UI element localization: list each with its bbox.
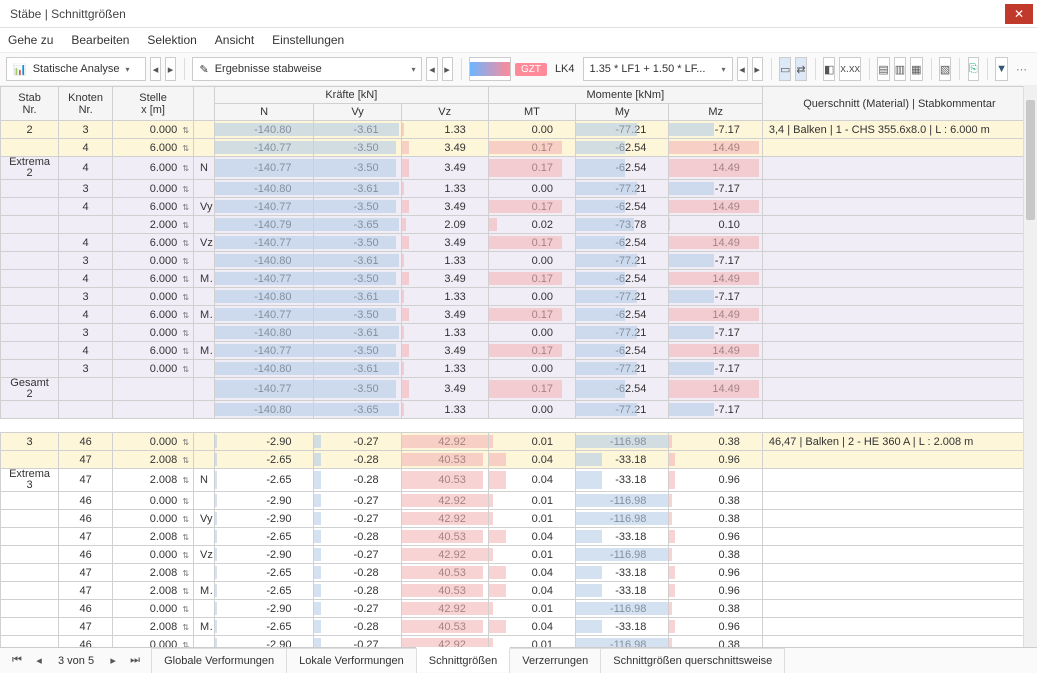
menu-gehe-zu[interactable]: Gehe zu: [8, 33, 53, 47]
page-label: 3 von 5: [52, 655, 100, 667]
pager: ⏮ ◂ 3 von 5 ▸ ⏭: [0, 652, 152, 670]
table-row[interactable]: 3460.000 ⇅-2.90-0.2742.920.01-116.980.38…: [1, 433, 1037, 451]
table-row[interactable]: 472.008 ⇅-2.65-0.2840.530.04-33.180.96: [1, 528, 1037, 546]
chevron-down-icon: ▾: [411, 65, 415, 74]
footer: ⏮ ◂ 3 von 5 ▸ ⏭ Globale VerformungenLoka…: [0, 647, 1037, 673]
menu-bar: Gehe zu Bearbeiten Selektion Ansicht Ein…: [0, 28, 1037, 52]
prev-page-button[interactable]: ◂: [30, 652, 48, 670]
table-row[interactable]: 460.000 ⇅-2.90-0.2742.920.01-116.980.38: [1, 492, 1037, 510]
tab-lokale-verformungen[interactable]: Lokale Verformungen: [286, 648, 417, 673]
first-page-button[interactable]: ⏮: [8, 652, 26, 670]
next-lc-button[interactable]: ▸: [752, 57, 763, 81]
table-row[interactable]: 472.008 ⇅-2.65-0.2840.530.04-33.180.96: [1, 451, 1037, 469]
table-row[interactable]: 46.000 ⇅My-140.77-3.503.490.17-62.5414.4…: [1, 306, 1037, 324]
tab-schnittgrößen[interactable]: Schnittgrößen: [416, 647, 510, 672]
table-row[interactable]: Extrema3472.008 ⇅N-2.65-0.2840.530.04-33…: [1, 469, 1037, 492]
menu-selektion[interactable]: Selektion: [147, 33, 196, 47]
table-row[interactable]: 460.000 ⇅Vz-2.90-0.2742.920.01-116.980.3…: [1, 546, 1037, 564]
tool-a-icon[interactable]: ◧: [823, 57, 835, 81]
export-icon[interactable]: ⎘: [968, 57, 979, 81]
table-row[interactable]: 30.000 ⇅-140.80-3.611.330.00-77.21-7.17: [1, 288, 1037, 306]
table-row[interactable]: 46.000 ⇅Mz-140.77-3.503.490.17-62.5414.4…: [1, 342, 1037, 360]
table-row[interactable]: 2.000 ⇅-140.79-3.652.090.02-73.780.10: [1, 216, 1037, 234]
table-row[interactable]: 46.000 ⇅-140.77-3.503.490.17-62.5414.49: [1, 139, 1037, 157]
table-row[interactable]: 472.008 ⇅MT-2.65-0.2840.530.04-33.180.96: [1, 582, 1037, 600]
table-row[interactable]: Extrema246.000 ⇅N-140.77-3.503.490.17-62…: [1, 157, 1037, 180]
menu-einstellungen[interactable]: Einstellungen: [272, 33, 344, 47]
results-combo[interactable]: ✎ Ergebnisse stabweise ▾: [192, 57, 422, 81]
link-icon[interactable]: ⇄: [795, 57, 806, 81]
table-row[interactable]: 460.000 ⇅-2.90-0.2742.920.01-116.980.38: [1, 636, 1037, 648]
select-icon[interactable]: ▭: [779, 57, 791, 81]
prev-results-button[interactable]: ◂: [426, 57, 437, 81]
tool-b-icon[interactable]: x.xx: [839, 57, 861, 81]
tab-schnittgrößen-querschnittsweise[interactable]: Schnittgrößen querschnittsweise: [600, 648, 785, 673]
load-combo[interactable]: 1.35 * LF1 + 1.50 * LF... ▾: [583, 57, 733, 81]
table-row[interactable]: 460.000 ⇅Vy-2.90-0.2742.920.01-116.980.3…: [1, 510, 1037, 528]
chart-icon: 📊: [13, 63, 27, 76]
window-title: Stäbe | Schnittgrößen: [10, 7, 126, 21]
last-page-button[interactable]: ⏭: [126, 652, 144, 670]
combo-spectrum[interactable]: [469, 57, 511, 81]
chevron-down-icon: ▾: [722, 65, 726, 74]
title-bar: Stäbe | Schnittgrößen ✕: [0, 0, 1037, 28]
table-row[interactable]: 30.000 ⇅-140.80-3.611.330.00-77.21-7.17: [1, 360, 1037, 378]
tab-icon-2[interactable]: ▥: [894, 57, 906, 81]
tab-icon-3[interactable]: ▦: [910, 57, 922, 81]
table-row[interactable]: 460.000 ⇅-2.90-0.2742.920.01-116.980.38: [1, 600, 1037, 618]
table-row[interactable]: Gesamt2-140.77-3.503.490.17-62.5414.49: [1, 378, 1037, 401]
table-row[interactable]: 472.008 ⇅-2.65-0.2840.530.04-33.180.96: [1, 564, 1037, 582]
table-row[interactable]: 472.008 ⇅My-2.65-0.2840.530.04-33.180.96: [1, 618, 1037, 636]
table-row[interactable]: 46.000 ⇅Vy-140.77-3.503.490.17-62.5414.4…: [1, 198, 1037, 216]
tab-globale-verformungen[interactable]: Globale Verformungen: [151, 648, 287, 673]
filter-icon[interactable]: ▼: [995, 57, 1008, 81]
menu-bearbeiten[interactable]: Bearbeiten: [71, 33, 129, 47]
tab-icon-1[interactable]: ▤: [877, 57, 889, 81]
vertical-scrollbar[interactable]: [1023, 86, 1037, 647]
table-row[interactable]: 30.000 ⇅-140.80-3.611.330.00-77.21-7.17: [1, 324, 1037, 342]
prev-analysis-button[interactable]: ◂: [150, 57, 161, 81]
next-results-button[interactable]: ▸: [442, 57, 453, 81]
table-row[interactable]: 46.000 ⇅MT-140.77-3.503.490.17-62.5414.4…: [1, 270, 1037, 288]
table-row[interactable]: 230.000 ⇅-140.80-3.611.330.00-77.21-7.17…: [1, 121, 1037, 139]
overflow-icon[interactable]: ⋯: [1012, 63, 1031, 76]
prev-lc-button[interactable]: ◂: [737, 57, 748, 81]
combo-id: LK4: [551, 63, 579, 75]
table-row[interactable]: 30.000 ⇅-140.80-3.611.330.00-77.21-7.17: [1, 180, 1037, 198]
next-page-button[interactable]: ▸: [104, 652, 122, 670]
tab-verzerrungen[interactable]: Verzerrungen: [509, 648, 601, 673]
chevron-down-icon: ▾: [126, 65, 130, 74]
gzt-badge: GZT: [515, 63, 547, 76]
close-button[interactable]: ✕: [1005, 4, 1033, 24]
color-icon[interactable]: ▧: [939, 57, 951, 81]
pen-icon: ✎: [199, 63, 208, 76]
menu-ansicht[interactable]: Ansicht: [215, 33, 254, 47]
results-table[interactable]: StabNr. KnotenNr. Stellex [m] Kräfte [kN…: [0, 86, 1037, 647]
next-analysis-button[interactable]: ▸: [165, 57, 176, 81]
toolbar: 📊 Statische Analyse ▾ ◂ ▸ ✎ Ergebnisse s…: [0, 52, 1037, 86]
table-row[interactable]: -140.80-3.651.330.00-77.21-7.17: [1, 401, 1037, 419]
table-row[interactable]: 30.000 ⇅-140.80-3.611.330.00-77.21-7.17: [1, 252, 1037, 270]
table-container: StabNr. KnotenNr. Stellex [m] Kräfte [kN…: [0, 86, 1037, 647]
result-tabs: Globale VerformungenLokale VerformungenS…: [152, 648, 785, 673]
table-row[interactable]: 46.000 ⇅Vz-140.77-3.503.490.17-62.5414.4…: [1, 234, 1037, 252]
analysis-combo[interactable]: 📊 Statische Analyse ▾: [6, 57, 146, 81]
